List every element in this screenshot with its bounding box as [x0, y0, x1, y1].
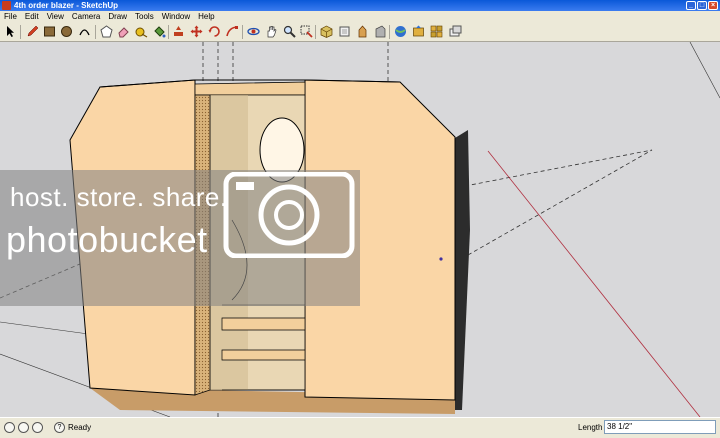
geo-location-icon[interactable]	[4, 422, 15, 433]
rectangle-icon[interactable]	[43, 25, 56, 38]
length-label: Length	[578, 423, 603, 432]
menu-window[interactable]: Window	[158, 11, 194, 22]
front-view-icon[interactable]	[356, 25, 369, 38]
close-button[interactable]: ×	[708, 1, 718, 10]
follow-me-icon[interactable]	[226, 25, 239, 38]
credits-icon[interactable]	[18, 422, 29, 433]
pan-icon[interactable]	[265, 25, 278, 38]
menu-file[interactable]: File	[0, 11, 21, 22]
toolbar-separator	[242, 25, 243, 39]
main-toolbar	[0, 22, 720, 42]
section-plane-icon[interactable]	[449, 25, 462, 38]
minimize-button[interactable]: _	[686, 1, 696, 10]
watermark-brand: photobucket	[6, 219, 208, 260]
sketchup-app-icon	[2, 1, 11, 10]
components-icon[interactable]	[430, 25, 443, 38]
title-bar: 4th order blazer - SketchUp _ □ ×	[0, 0, 720, 11]
paint-bucket-icon[interactable]	[153, 25, 166, 38]
status-bar: ? Ready Length 38 1/2"	[0, 417, 720, 438]
status-ready-text: Ready	[68, 423, 92, 432]
toolbar-separator	[95, 25, 96, 39]
toolbar-separator	[315, 25, 316, 39]
eraser-icon[interactable]	[117, 25, 130, 38]
share-model-icon[interactable]	[412, 25, 425, 38]
menu-tools[interactable]: Tools	[131, 11, 158, 22]
menu-camera[interactable]: Camera	[68, 11, 104, 22]
toolbar-separator	[389, 25, 390, 39]
right-view-icon[interactable]	[374, 25, 387, 38]
watermark-tagline: host. store. share.	[10, 182, 228, 212]
circle-icon[interactable]	[60, 25, 73, 38]
menu-help[interactable]: Help	[194, 11, 218, 22]
camera-logo-icon	[223, 172, 355, 258]
select-icon[interactable]	[4, 25, 17, 38]
toolbar-separator	[168, 25, 169, 39]
toolbar-separator	[20, 25, 21, 39]
menu-draw[interactable]: Draw	[104, 11, 131, 22]
window-title: 4th order blazer - SketchUp	[14, 1, 119, 10]
tape-measure-icon[interactable]	[135, 25, 148, 38]
menu-edit[interactable]: Edit	[21, 11, 43, 22]
push-pull-icon[interactable]	[172, 25, 185, 38]
arc-icon[interactable]	[78, 25, 91, 38]
help-icon[interactable]: ?	[54, 422, 65, 433]
orbit-icon[interactable]	[247, 25, 260, 38]
measurements-input[interactable]: 38 1/2"	[604, 420, 716, 434]
get-models-icon[interactable]	[394, 25, 407, 38]
iso-view-icon[interactable]	[320, 25, 333, 38]
maximize-button[interactable]: □	[697, 1, 707, 10]
window-controls: _ □ ×	[686, 1, 718, 10]
move-icon[interactable]	[190, 25, 203, 38]
menu-view[interactable]: View	[43, 11, 68, 22]
menu-bar: File Edit View Camera Draw Tools Window …	[0, 11, 720, 22]
user-icon[interactable]	[32, 422, 43, 433]
rotate-icon[interactable]	[208, 25, 221, 38]
zoom-icon[interactable]	[283, 25, 296, 38]
zoom-window-icon[interactable]	[300, 25, 313, 38]
polygon-icon[interactable]	[100, 25, 113, 38]
pencil-icon[interactable]	[26, 25, 39, 38]
top-view-icon[interactable]	[338, 25, 351, 38]
